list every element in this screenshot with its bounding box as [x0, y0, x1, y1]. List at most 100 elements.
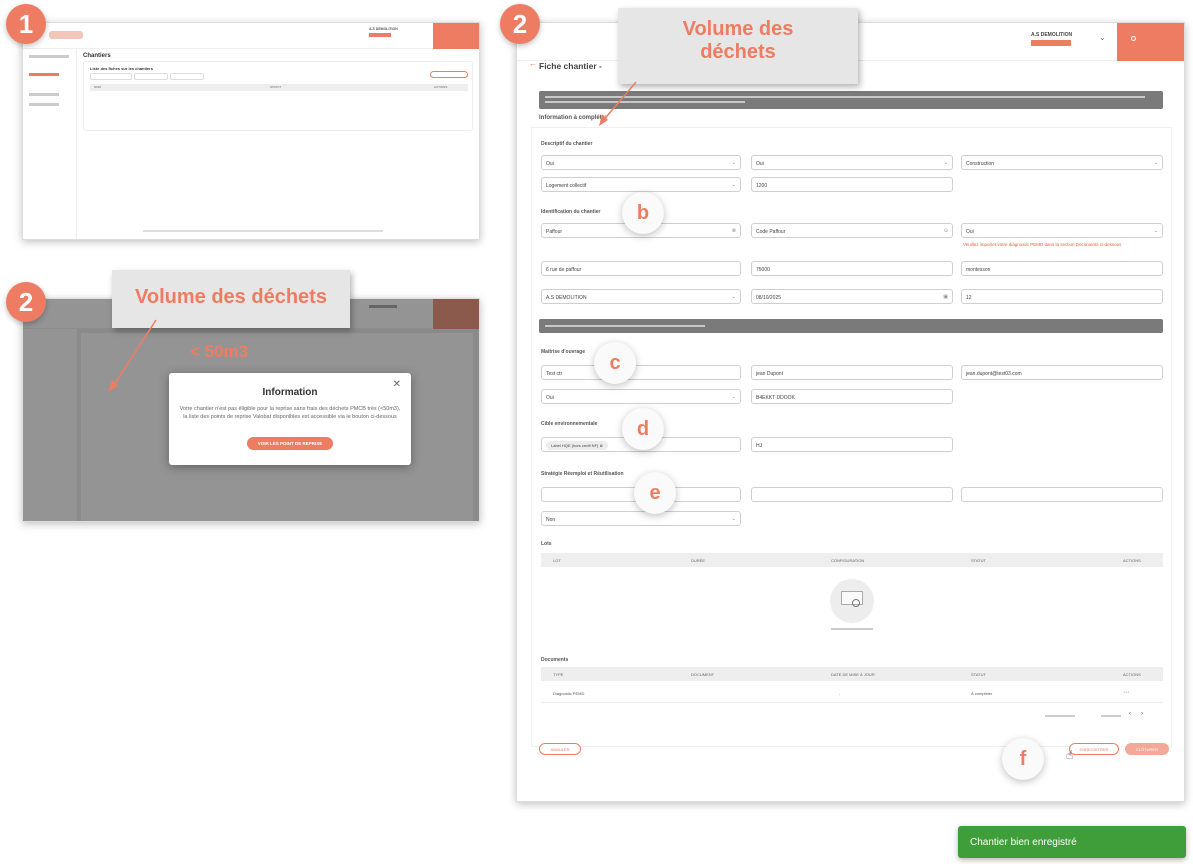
search-input[interactable] — [90, 73, 132, 80]
company-name: A.S DEMOLITION — [1031, 32, 1073, 38]
postal-code-input[interactable]: 75000 — [751, 261, 953, 276]
info-icon: ⊙ — [943, 228, 948, 234]
page-title: Chantiers — [83, 53, 111, 59]
section-banner — [539, 319, 1163, 333]
doc-type: Diagnostic PEMD — [553, 691, 585, 696]
mo-select[interactable]: Oui ⌄ — [541, 389, 741, 404]
step-badge-1: 1 — [6, 4, 46, 44]
lots-col-lot: LOT — [553, 558, 561, 563]
user-icon — [1131, 36, 1136, 41]
empty-state-icon — [830, 579, 874, 623]
sidebar-item-structure[interactable] — [29, 93, 59, 96]
user-menu-button[interactable] — [433, 23, 479, 49]
company-tag — [1031, 40, 1071, 46]
surface-input[interactable]: 1200 — [751, 177, 953, 192]
cursor-icon: ☝ — [1066, 748, 1074, 762]
chevron-down-icon[interactable]: ⌄ — [1099, 33, 1106, 42]
cible-chip[interactable]: Label HQE (hors certif NF) ⊗ — [546, 441, 608, 450]
lots-col-statut: STATUT — [971, 558, 986, 563]
col-name: NOM — [94, 85, 101, 89]
pagination[interactable]: ‹ › — [1045, 711, 1155, 719]
screenshot-fiche-chantier: A.S DEMOLITION ⌄ ← Fiche chantier - Info… — [516, 22, 1185, 802]
mo-contact-input[interactable]: jean Dupont — [751, 365, 953, 380]
cancel-button[interactable]: ANNULER — [539, 743, 581, 755]
strategie-input-3[interactable] — [961, 487, 1163, 502]
save-button[interactable]: ENREGISTRER — [1069, 743, 1119, 755]
callout-arrow — [108, 319, 157, 392]
info-icon: ⊗ — [731, 228, 736, 234]
docs-col-type: TYPE — [553, 672, 564, 677]
strategie-input-2[interactable] — [751, 487, 953, 502]
close-icon[interactable]: ✕ — [393, 379, 401, 390]
sidebar-item-utilisateurs[interactable] — [29, 103, 59, 106]
docs-col-date: DATE DE MISE À JOUR — [831, 672, 875, 677]
mo-name-input[interactable]: Test ctr — [541, 365, 741, 380]
prev-page-icon[interactable]: ‹ — [1129, 711, 1131, 717]
chantier-code-input[interactable]: Code Paffour ⊙ — [751, 223, 953, 238]
mo-email-input[interactable]: jean.dupont@test03.com — [961, 365, 1163, 380]
modal-text: Votre chantier n'est pas éligible pour l… — [179, 406, 401, 420]
descriptif-select-2[interactable]: Oui ⌄ — [751, 155, 953, 170]
date-input[interactable]: 08/10/2025 ▣ — [751, 289, 953, 304]
marker-c: c — [594, 342, 636, 384]
step-badge-2-main: 2 — [500, 4, 540, 44]
magnifier-icon — [852, 599, 860, 607]
docs-col-statut: STATUT — [971, 672, 986, 677]
descriptif-heading: Descriptif du chantier — [541, 141, 593, 147]
documents-heading: Documents — [541, 657, 569, 663]
marker-b: b — [622, 192, 664, 234]
descriptif-select-1[interactable]: Oui ⌄ — [541, 155, 741, 170]
filter-select[interactable] — [134, 73, 168, 80]
lots-col-duree: DURÉE — [691, 558, 706, 563]
city-input[interactable]: montesson — [961, 261, 1163, 276]
descriptif-select-4[interactable]: Logement collectif ⌄ — [541, 177, 741, 192]
pemd-warning: Veuillez importer votre diagnostic PEMD … — [963, 242, 1122, 247]
success-toast: Chantier bien enregistré — [958, 826, 1186, 858]
doc-statut: À compléter — [971, 691, 993, 696]
rows-per-page-label — [1045, 715, 1075, 717]
col-status: STATUT — [270, 85, 282, 89]
docs-table-header: TYPE DOCUMENT DATE DE MISE À JOUR STATUT… — [541, 667, 1163, 681]
table-header: NOM STATUT ACTIONS — [90, 84, 468, 91]
address-input[interactable]: 6 rue de paffour — [541, 261, 741, 276]
col-actions: ACTIONS — [434, 85, 448, 89]
user-menu-button[interactable] — [1117, 23, 1184, 61]
docs-col-document: DOCUMENT — [691, 672, 715, 677]
list-title: Liste des fiches sur les chantiers — [90, 66, 153, 71]
calendar-icon: ▣ — [943, 294, 948, 300]
cible-other-input[interactable]: HJ — [751, 437, 953, 452]
filter-select[interactable] — [170, 73, 204, 80]
callout-volume-top: Volume des déchets — [618, 8, 858, 84]
pemd-select[interactable]: Oui ⌄ — [961, 223, 1163, 238]
callout-subtext: < 50m3 — [190, 342, 249, 361]
more-icon[interactable]: ⋯ — [1123, 689, 1129, 696]
cloturer-button[interactable]: CLÔTURER — [1125, 743, 1169, 755]
next-page-icon[interactable]: › — [1141, 711, 1143, 717]
doc-date: - — [839, 691, 841, 696]
list-card: Liste des fiches sur les chantiers NOM S… — [83, 61, 473, 131]
step-badge-2: 2 — [6, 282, 46, 322]
lots-col-actions: ACTIONS — [1123, 558, 1141, 563]
voir-points-reprise-button[interactable]: VOIR LES POINT DE REPRISE — [247, 437, 333, 450]
marker-e: e — [634, 472, 676, 514]
sidebar — [23, 49, 77, 239]
info-modal: Information ✕ Votre chantier n'est pas é… — [169, 373, 411, 465]
page-title: Fiche chantier - — [539, 61, 602, 71]
add-chantier-button[interactable] — [430, 71, 468, 78]
marker-f: f — [1002, 738, 1044, 780]
descriptif-select-3[interactable]: Construction ⌄ — [961, 155, 1163, 170]
back-arrow-icon[interactable]: ← — [529, 59, 537, 68]
strategie-select[interactable]: Non ⌄ — [541, 511, 741, 526]
mo-siret-input[interactable]: B4EKKT DDOOK — [751, 389, 953, 404]
company-tag — [369, 33, 391, 37]
strategie-heading: Stratégie Réemploi et Réutilisation — [541, 471, 624, 477]
company-name: A.S DEMOLITION — [369, 27, 398, 31]
lots-table-header: LOT DURÉE CONFIGURATION STATUT ACTIONS — [541, 553, 1163, 567]
marker-d: d — [622, 408, 664, 450]
sidebar-item-dashboard[interactable] — [29, 55, 69, 58]
duration-input[interactable]: 12 — [961, 289, 1163, 304]
company-select[interactable]: A.S DEMOLITION ⌄ — [541, 289, 741, 304]
sidebar-item-chantiers[interactable] — [29, 73, 59, 76]
table-row: Diagnostic PEMD - À compléter ⋯ — [541, 685, 1163, 703]
identification-heading: Identification du chantier — [541, 209, 601, 215]
